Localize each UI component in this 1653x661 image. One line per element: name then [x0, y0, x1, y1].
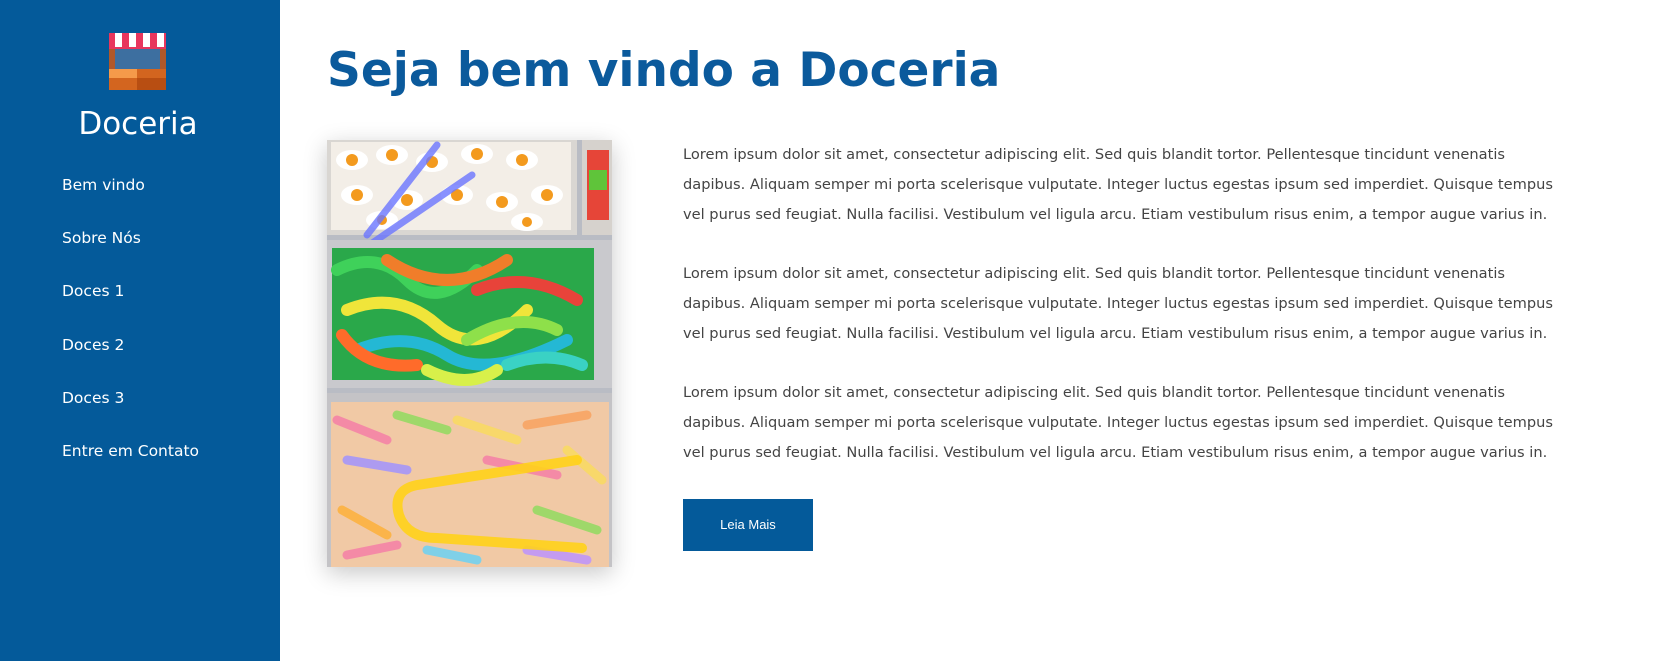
paragraph: Lorem ipsum dolor sit amet, consectetur … [683, 265, 1553, 342]
nav-item-doces-2[interactable]: Doces 2 [62, 332, 199, 385]
market-stall-icon[interactable] [109, 33, 166, 90]
page-title: Seja bem vindo a Doceria [327, 43, 1001, 98]
brand-name[interactable]: Doceria [0, 104, 276, 144]
sidebar: Doceria Bem vindo Sobre Nós Doces 1 Doce… [0, 0, 280, 661]
nav-item-doces-1[interactable]: Doces 1 [62, 278, 199, 331]
nav-item-doces-3[interactable]: Doces 3 [62, 385, 199, 438]
nav-item-contato[interactable]: Entre em Contato [62, 438, 199, 491]
paragraph: Lorem ipsum dolor sit amet, consectetur … [683, 146, 1553, 223]
main-content: Seja bem vindo a Doceria Lorem ipsum dol… [280, 0, 1653, 661]
gummy-candy-photo [327, 140, 612, 567]
nav-item-bem-vindo[interactable]: Bem vindo [62, 172, 199, 225]
sidebar-nav: Bem vindo Sobre Nós Doces 1 Doces 2 Doce… [62, 172, 199, 491]
paragraph: Lorem ipsum dolor sit amet, consectetur … [683, 384, 1553, 461]
read-more-button[interactable]: Leia Mais [683, 499, 813, 551]
text-column: Lorem ipsum dolor sit amet, consectetur … [683, 140, 1558, 497]
nav-item-sobre-nos[interactable]: Sobre Nós [62, 225, 199, 278]
